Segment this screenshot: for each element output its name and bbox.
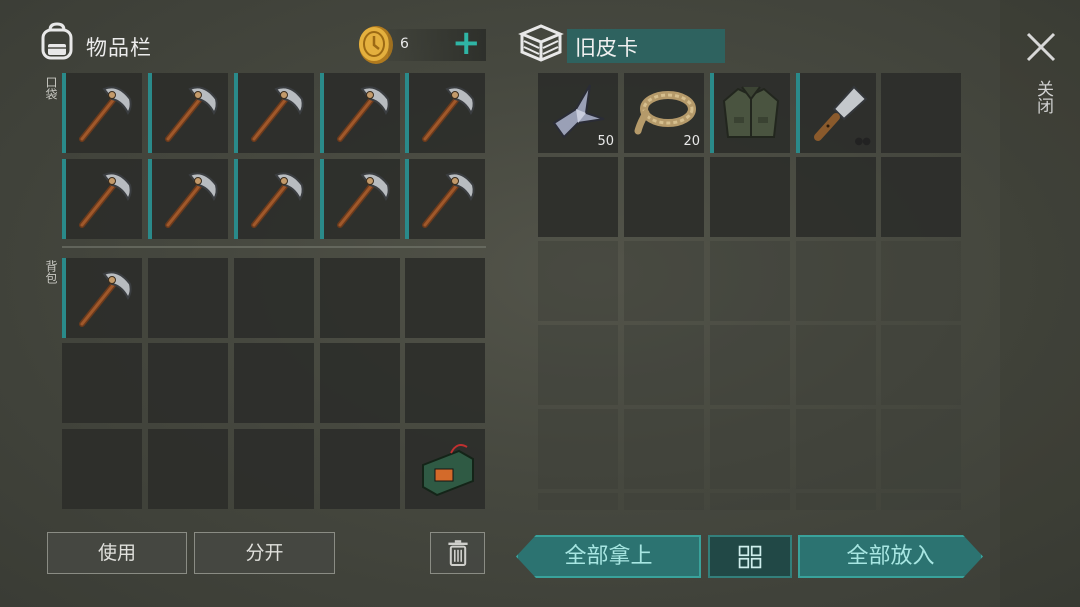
container-slot[interactable] <box>710 325 790 405</box>
container-slot[interactable]: 50 <box>538 73 618 153</box>
backpack-slot[interactable] <box>405 258 485 338</box>
pickaxe-icon <box>251 86 304 142</box>
grid-icon <box>738 545 762 569</box>
backpack-slot[interactable] <box>234 429 314 509</box>
container-slot[interactable] <box>710 157 790 237</box>
backpack-slot[interactable] <box>62 429 142 509</box>
container-slot[interactable] <box>881 157 961 237</box>
backpack-label: 背包 <box>44 260 58 284</box>
backpack-slot[interactable] <box>320 343 400 423</box>
pickaxe-icon <box>165 172 218 228</box>
backpack-slot[interactable] <box>320 429 400 509</box>
pickaxe-icon <box>79 271 132 327</box>
container-slot[interactable] <box>881 73 961 153</box>
container-slot[interactable] <box>538 157 618 237</box>
backpack-slot[interactable] <box>62 343 142 423</box>
container-slot[interactable] <box>710 241 790 321</box>
backpack-slot[interactable] <box>234 258 314 338</box>
use-button[interactable]: 使用 <box>47 532 187 574</box>
pocket-slot[interactable] <box>148 159 228 239</box>
backpack-icon <box>41 22 73 60</box>
add-coins-button[interactable]: + <box>452 26 481 60</box>
container-slot[interactable] <box>710 493 790 510</box>
pocket-slot[interactable] <box>405 159 485 239</box>
backpack-slot[interactable] <box>148 343 228 423</box>
container-slot[interactable]: ●● <box>796 73 876 153</box>
container-slot[interactable] <box>624 493 704 510</box>
container-slot[interactable] <box>624 157 704 237</box>
pocket-label: 口袋 <box>44 76 58 100</box>
pocket-slot[interactable] <box>234 73 314 153</box>
container-slot[interactable] <box>538 325 618 405</box>
backpack-slot[interactable] <box>148 429 228 509</box>
pocket-slot[interactable] <box>62 73 142 153</box>
container-slot[interactable] <box>796 157 876 237</box>
pickaxe-icon <box>79 86 132 142</box>
pickaxe-icon <box>337 172 390 228</box>
pocket-slot[interactable] <box>405 73 485 153</box>
container-slot[interactable] <box>538 409 618 489</box>
jacket-icon <box>722 86 780 138</box>
pickaxe-icon <box>165 86 218 142</box>
put-all-button[interactable]: 全部放入 <box>798 535 983 578</box>
pocket-slot[interactable] <box>62 159 142 239</box>
container-slot[interactable] <box>796 409 876 489</box>
container-slot[interactable] <box>710 409 790 489</box>
container-slot[interactable] <box>710 73 790 153</box>
container-slot[interactable] <box>796 241 876 321</box>
container-slot[interactable] <box>624 409 704 489</box>
backpack-slot[interactable] <box>62 258 142 338</box>
container-slot[interactable]: 20 <box>624 73 704 153</box>
container-slot[interactable] <box>796 493 876 510</box>
item-quantity: 20 <box>683 134 700 149</box>
backpack-slot[interactable] <box>234 343 314 423</box>
container-slot[interactable] <box>796 325 876 405</box>
container-slot[interactable] <box>881 409 961 489</box>
pocket-slot[interactable] <box>234 159 314 239</box>
container-slot[interactable] <box>881 325 961 405</box>
backpack-slot[interactable] <box>148 258 228 338</box>
backpack-slot[interactable] <box>405 429 485 509</box>
pickaxe-icon <box>337 86 390 142</box>
container-name: 旧皮卡 <box>567 29 725 63</box>
pickaxe-icon <box>79 172 132 228</box>
take-all-button[interactable]: 全部拿上 <box>516 535 701 578</box>
durability-dots: ●● <box>854 136 871 147</box>
explosive-icon <box>422 444 474 497</box>
container-slot[interactable] <box>624 325 704 405</box>
pickaxe-icon <box>251 172 304 228</box>
crate-icon <box>518 24 564 62</box>
pocket-slot[interactable] <box>148 73 228 153</box>
close-label[interactable]: 关闭 <box>1030 80 1054 114</box>
sort-button[interactable] <box>708 535 792 578</box>
pickaxe-icon <box>422 172 475 228</box>
inventory-title: 物品栏 <box>86 36 152 60</box>
container-slot[interactable] <box>538 493 618 510</box>
container-slot[interactable] <box>624 241 704 321</box>
pocket-slot[interactable] <box>320 73 400 153</box>
item-quantity: 50 <box>597 134 614 149</box>
container-slot[interactable] <box>881 241 961 321</box>
coin-count: 6 <box>400 36 409 52</box>
split-button[interactable]: 分开 <box>194 532 335 574</box>
pickaxe-icon <box>422 86 475 142</box>
backpack-slot[interactable] <box>320 258 400 338</box>
trash-icon <box>447 540 468 566</box>
section-divider <box>62 246 486 248</box>
close-icon[interactable] <box>1022 28 1060 66</box>
trash-button[interactable] <box>430 532 485 574</box>
backpack-slot[interactable] <box>405 343 485 423</box>
container-slot[interactable] <box>881 493 961 510</box>
pocket-slot[interactable] <box>320 159 400 239</box>
container-slot[interactable] <box>538 241 618 321</box>
